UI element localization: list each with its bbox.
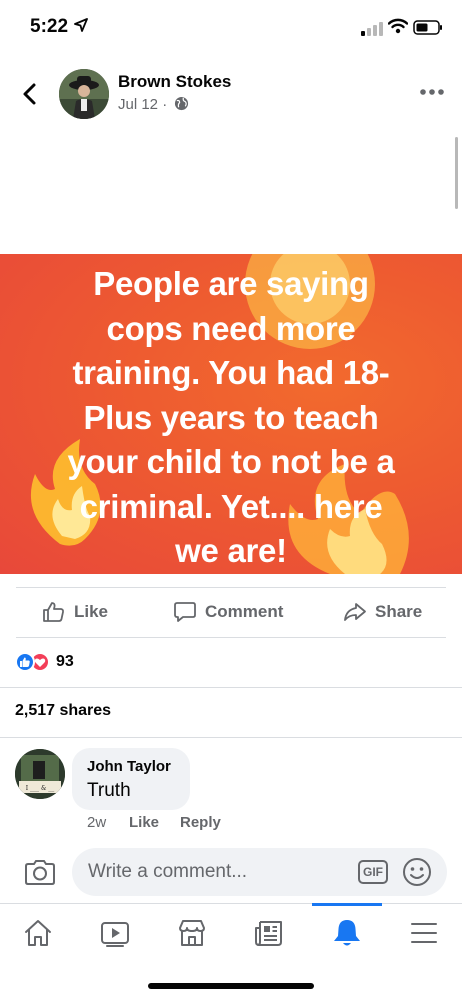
image-text-line: cops need more xyxy=(106,309,356,347)
more-options-icon[interactable] xyxy=(418,86,446,98)
share-count[interactable]: 2,517 shares xyxy=(15,702,111,720)
notifications-icon xyxy=(334,920,360,946)
status-time: 5:22 xyxy=(30,16,69,37)
globe-icon xyxy=(175,96,189,111)
status-bar: 5:22 xyxy=(0,0,462,56)
image-text-line: we are! xyxy=(175,532,287,569)
home-indicator[interactable] xyxy=(148,983,314,989)
post-image-text: People are saying cops need more trainin… xyxy=(0,262,462,574)
thumbs-up-icon xyxy=(43,602,64,622)
meta-separator: · xyxy=(162,96,168,113)
comment-bubble[interactable]: John Taylor Truth xyxy=(72,748,190,810)
svg-text:I ___ & __: I ___ & __ xyxy=(26,785,54,792)
news-icon xyxy=(255,921,282,946)
image-text-line: Plus years to teach xyxy=(83,398,379,436)
image-text-line: criminal. Yet.... here xyxy=(79,487,383,525)
comment-time: 2w xyxy=(87,814,107,831)
video-icon xyxy=(101,922,129,947)
comment-button[interactable]: Comment xyxy=(173,588,283,636)
bottom-tab-bar xyxy=(0,903,462,963)
comment-input-placeholder: Write a comment... xyxy=(88,861,248,882)
post-meta: Jul 12 · xyxy=(118,96,189,113)
divider xyxy=(0,687,462,688)
reaction-count: 93 xyxy=(56,653,74,670)
marketplace-icon xyxy=(179,920,205,946)
comment-text: Truth xyxy=(87,780,131,801)
image-text-line: training. You had 18- xyxy=(72,354,390,391)
tab-notifications[interactable] xyxy=(316,904,378,962)
home-icon xyxy=(25,920,51,946)
battery-icon xyxy=(413,20,442,35)
commenter-avatar[interactable]: I ___ & __ xyxy=(15,749,65,799)
tab-home[interactable] xyxy=(7,904,69,962)
image-text-line: People are saying xyxy=(93,265,369,302)
gif-button[interactable]: GIF xyxy=(358,860,388,884)
comment-input[interactable]: Write a comment... GIF xyxy=(72,848,447,896)
wifi-icon xyxy=(388,18,408,34)
scrollbar[interactable] xyxy=(455,137,458,209)
comment-label: Comment xyxy=(205,602,284,621)
share-label: Share xyxy=(375,602,423,621)
back-arrow-icon[interactable] xyxy=(18,82,42,106)
post-header: Brown Stokes Jul 12 · xyxy=(0,64,462,124)
tab-marketplace[interactable] xyxy=(161,904,223,962)
comment-author[interactable]: John Taylor xyxy=(87,758,171,775)
post-image[interactable]: People are saying cops need more trainin… xyxy=(0,254,462,574)
author-avatar[interactable] xyxy=(59,69,109,119)
author-name[interactable]: Brown Stokes xyxy=(118,72,231,92)
divider xyxy=(0,737,462,738)
menu-icon xyxy=(411,923,437,943)
share-button[interactable]: Share xyxy=(343,588,422,636)
post-actions: Like Comment Share xyxy=(0,588,462,636)
cellular-signal-icon xyxy=(361,22,383,36)
post-date[interactable]: Jul 12 xyxy=(118,96,158,113)
comment-bubble-icon xyxy=(174,602,196,622)
emoji-icon[interactable] xyxy=(402,857,432,887)
like-button[interactable]: Like xyxy=(42,588,108,636)
like-label: Like xyxy=(74,602,109,621)
camera-icon[interactable] xyxy=(24,858,56,886)
share-arrow-icon xyxy=(344,603,366,621)
location-arrow-icon xyxy=(74,18,88,32)
image-text-line: your child to not be a xyxy=(67,443,395,480)
divider xyxy=(16,637,446,638)
tab-menu[interactable] xyxy=(393,904,455,962)
tab-news[interactable] xyxy=(238,904,300,962)
reactions-summary[interactable]: 93 xyxy=(15,650,74,674)
like-reaction-icon xyxy=(15,652,35,672)
comment-reply-button[interactable]: Reply xyxy=(180,814,221,831)
comment-composer: Write a comment... GIF xyxy=(0,838,462,902)
comment-like-button[interactable]: Like xyxy=(129,814,159,831)
tab-video[interactable] xyxy=(84,904,146,962)
